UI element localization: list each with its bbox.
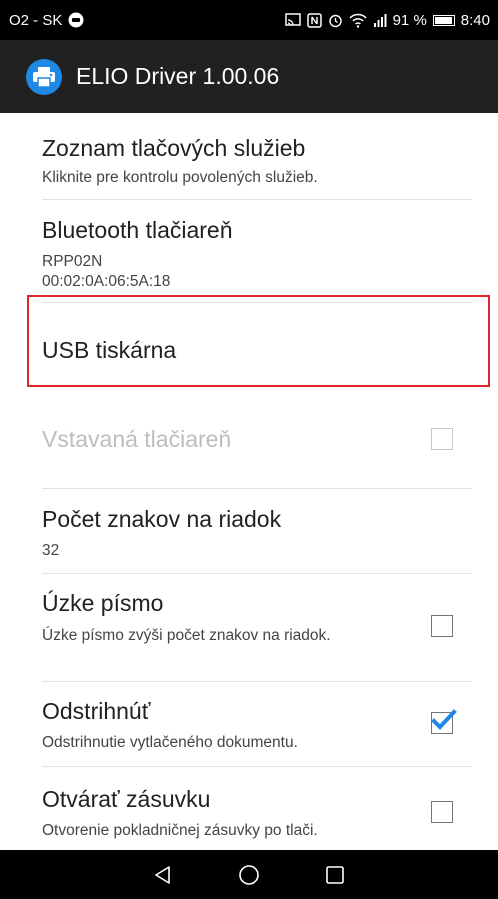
carrier-label: O2 - SK [9, 11, 63, 29]
pref-summary: 32 [42, 542, 60, 559]
status-bar: O2 - SK 91 % 8:40 [0, 0, 498, 40]
pref-title: Bluetooth tlačiareň [42, 217, 233, 243]
home-icon [239, 864, 259, 885]
open-drawer-checkbox[interactable] [431, 801, 453, 823]
back-icon [155, 865, 170, 884]
pref-narrow-font[interactable]: Úzke písmo Úzke písmo zvýši počet znakov… [0, 590, 498, 647]
pref-summary-device: RPP02N [42, 253, 103, 270]
status-left: O2 - SK [9, 12, 84, 29]
pref-open-drawer[interactable]: Otvárať zásuvku Otvorenie pokladničnej z… [0, 786, 498, 841]
wifi-icon [349, 13, 367, 28]
divider [42, 573, 472, 574]
status-right: 91 % 8:40 [284, 11, 490, 29]
highlight-box [27, 295, 490, 387]
pref-cut-paper[interactable]: Odstrihnúť Odstrihnutie vytlačeného doku… [0, 698, 498, 753]
recents-icon [326, 865, 344, 884]
app-title: ELIO Driver 1.00.06 [76, 63, 280, 89]
pref-builtin-printer: Vstavaná tlačiareň [0, 426, 498, 453]
pref-summary: Úzke písmo zvýši počet znakov na riadok. [42, 627, 331, 644]
cut-paper-checkbox[interactable] [431, 709, 457, 734]
recents-button[interactable] [315, 855, 355, 895]
back-button[interactable] [143, 855, 183, 895]
pref-summary: Kliknite pre kontrolu povolených služieb… [42, 169, 318, 186]
pref-title: Vstavaná tlačiareň [42, 426, 232, 452]
clock: 8:40 [460, 11, 490, 29]
pref-title: Počet znakov na riadok [42, 506, 282, 532]
alarm-icon [328, 14, 342, 27]
narrow-font-checkbox[interactable] [431, 615, 453, 637]
divider [42, 488, 472, 489]
pref-chars-per-line[interactable]: Počet znakov na riadok 32 [0, 506, 498, 561]
divider [42, 766, 472, 767]
divider [42, 199, 472, 200]
navigation-bar [0, 850, 498, 899]
nfc-icon [306, 12, 322, 28]
pref-title: Odstrihnúť [42, 698, 151, 724]
checkmark-icon [431, 709, 457, 730]
pref-summary-address: 00:02:0A:06:5A:18 [42, 273, 171, 290]
divider [42, 681, 472, 682]
pref-title: Otvárať zásuvku [42, 786, 211, 812]
app-bar: ELIO Driver 1.00.06 [0, 40, 498, 113]
cast-icon [284, 13, 301, 26]
pref-print-services[interactable]: Zoznam tlačových služieb Kliknite pre ko… [0, 135, 498, 188]
home-button[interactable] [229, 855, 269, 895]
pref-summary: Odstrihnutie vytlačeného dokumentu. [42, 734, 298, 751]
pref-summary: Otvorenie pokladničnej zásuvky po tlači. [42, 822, 318, 839]
printer-icon [26, 58, 62, 95]
app-notification-icon [68, 12, 84, 28]
pref-title: Úzke písmo [42, 590, 164, 616]
builtin-printer-checkbox [431, 428, 453, 450]
battery-icon [432, 14, 455, 26]
battery-percent: 91 % [392, 11, 427, 29]
pref-title: Zoznam tlačových služieb [42, 135, 306, 161]
pref-bluetooth-printer[interactable]: Bluetooth tlačiareň RPP02N 00:02:0A:06:5… [0, 217, 498, 292]
signal-icon [373, 14, 387, 27]
